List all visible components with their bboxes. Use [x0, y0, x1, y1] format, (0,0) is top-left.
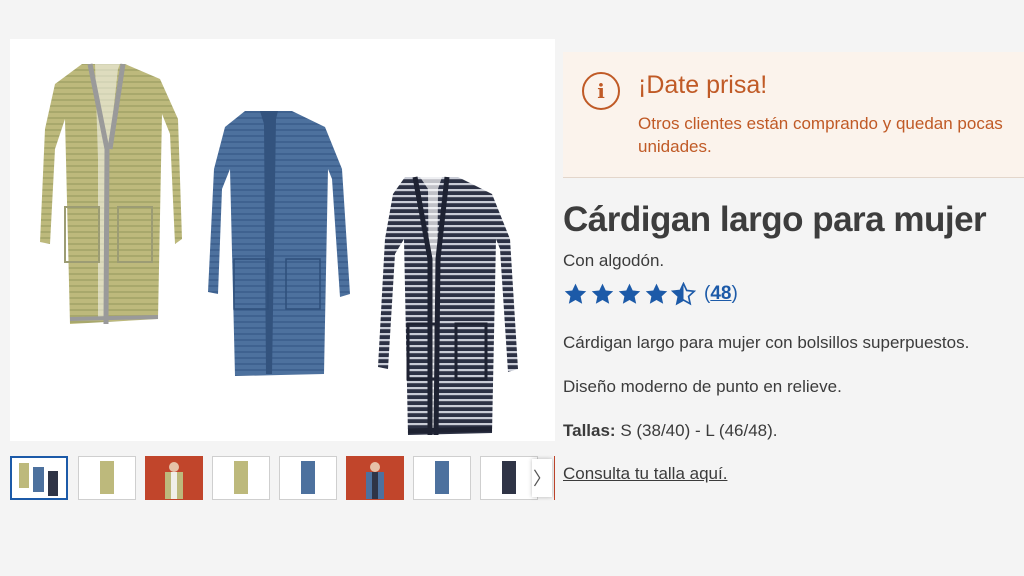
star-half-icon: [671, 281, 696, 305]
thumb-model-blue[interactable]: [346, 456, 404, 500]
rating-close-paren: ): [731, 283, 738, 304]
thumb-navy[interactable]: [480, 456, 538, 500]
reviews-link[interactable]: 48: [710, 283, 731, 304]
thumb-partial: [554, 456, 555, 500]
product-main-image[interactable]: [10, 39, 555, 441]
notice-title: ¡Date prisa!: [638, 71, 768, 99]
thumbnail-strip: 〉: [10, 455, 555, 501]
thumb-green-2[interactable]: [212, 456, 270, 500]
rating[interactable]: (48): [563, 280, 738, 308]
navy-cardigan: [378, 176, 518, 436]
green-cardigan: [40, 63, 182, 325]
chevron-right-icon[interactable]: 〉: [532, 459, 552, 497]
thumb-model-green[interactable]: [145, 456, 203, 500]
star-icon: [645, 283, 668, 304]
description-line-2: Diseño moderno de punto en relieve.: [563, 377, 842, 396]
sizes-value: S (38/40) - L (46/48).: [620, 421, 778, 440]
product-subtitle: Con algodón.: [563, 251, 665, 270]
blue-cardigan: [208, 111, 350, 376]
notice-text: Otros clientes están comprando y quedan …: [638, 114, 1003, 156]
size-guide-link[interactable]: Consulta tu talla aquí.: [563, 464, 727, 484]
cardigans-illustration: [40, 63, 518, 436]
thumb-green[interactable]: [78, 456, 136, 500]
rating-count: (48): [704, 283, 738, 305]
thumb-blue-2[interactable]: [413, 456, 471, 500]
star-icon: [618, 283, 641, 304]
urgency-notice: i ¡Date prisa! Otros clientes están comp…: [563, 52, 1024, 178]
star-icon: [591, 283, 614, 304]
star-icon: [564, 283, 587, 304]
sizes-line: Tallas: S (38/40) - L (46/48).: [563, 421, 778, 441]
info-icon: i: [582, 72, 620, 110]
sizes-label: Tallas:: [563, 421, 616, 440]
product-title: Cárdigan largo para mujer: [563, 200, 987, 239]
description-line-1: Cárdigan largo para mujer con bolsillos …: [563, 333, 970, 352]
thumb-trio[interactable]: [10, 456, 68, 500]
thumb-blue[interactable]: [279, 456, 337, 500]
